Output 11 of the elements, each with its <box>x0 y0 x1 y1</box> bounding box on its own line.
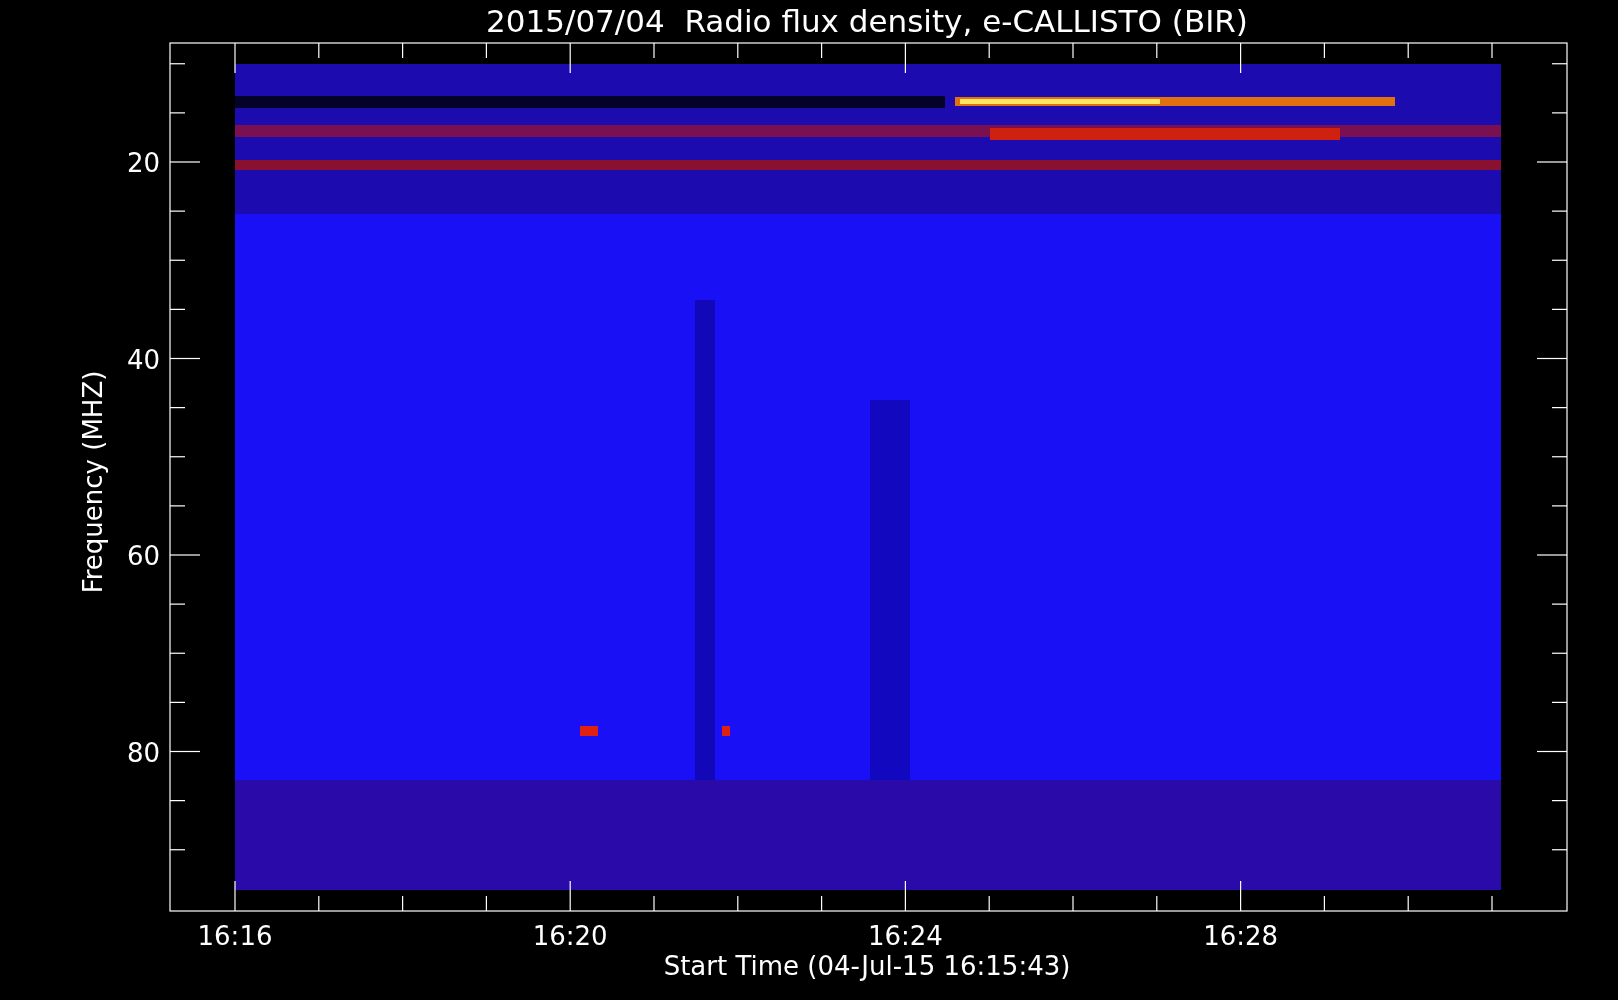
axis-tick-label: 16:16 <box>197 921 273 951</box>
axis-title: Frequency (MHZ) <box>78 370 108 594</box>
chart-title: 2015/07/04 Radio flux density, e-CALLISTO (BIR) <box>486 3 1248 39</box>
axis-tick-label: 16:20 <box>532 921 608 951</box>
axis-tick-label: 60 <box>126 541 160 571</box>
axis-tick-label: 20 <box>126 148 160 178</box>
axis-tick-label: 16:28 <box>1203 921 1279 951</box>
axis-tick-label: 40 <box>126 344 160 375</box>
axis-tick-label: 16:24 <box>867 921 943 951</box>
axis-tick-label: 80 <box>126 737 160 768</box>
axis-title: Start Time (04-Jul-15 16:15:43) <box>663 951 1071 981</box>
